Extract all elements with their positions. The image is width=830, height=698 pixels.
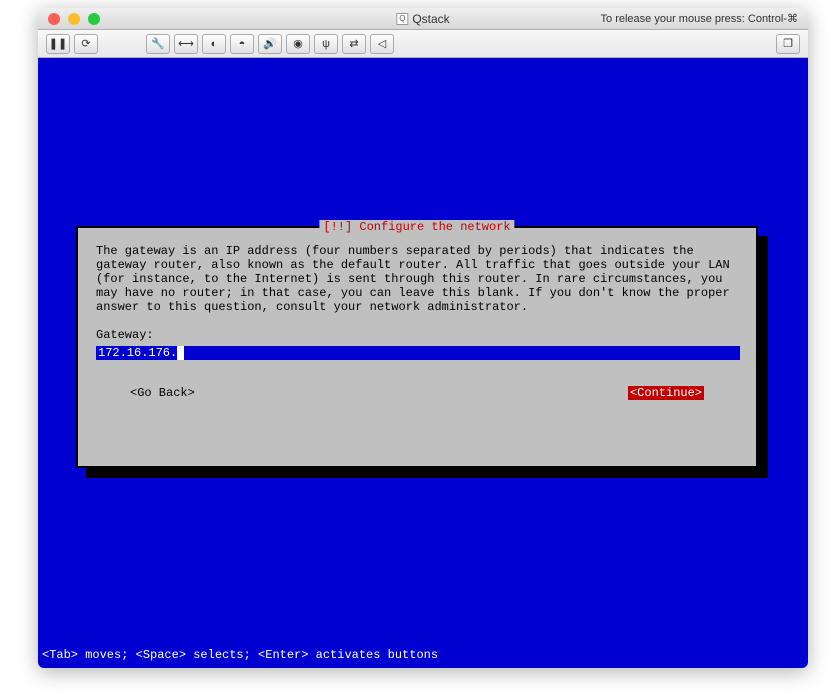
minimize-button[interactable] [68,13,80,25]
keyboard-icon[interactable]: ◁ [370,34,394,54]
dialog-buttons: <Go Back> <Continue> [96,386,738,400]
mouse-release-hint: To release your mouse press: Control-⌘ [601,12,798,25]
usb-icon[interactable]: ψ [314,34,338,54]
footer-hint: <Tab> moves; <Space> selects; <Enter> ac… [42,648,438,662]
window-title: Q Qstack [396,12,449,26]
settings-icon[interactable]: 🔧 [146,34,170,54]
maximize-button[interactable] [88,13,100,25]
title-bar: Q Qstack To release your mouse press: Co… [38,8,808,30]
network-icon[interactable]: ⟷ [174,34,198,54]
gateway-input[interactable]: 172.16.176. [96,346,740,360]
app-icon: Q [396,13,408,25]
dialog-body: The gateway is an IP address (four numbe… [78,228,756,412]
gateway-input-value: 172.16.176. [98,346,177,360]
dialog-title: [!!] Configure the network [319,220,514,234]
camera-icon[interactable]: ◉ [286,34,310,54]
disk-icon[interactable]: ◐ [202,34,226,54]
window-title-text: Qstack [412,12,449,26]
input-cursor [177,346,184,360]
dialog-description: The gateway is an IP address (four numbe… [96,244,738,314]
pause-button[interactable]: ❚❚ [46,34,70,54]
fullscreen-button[interactable]: ❐ [776,34,800,54]
restart-button[interactable]: ⟳ [74,34,98,54]
configure-network-dialog: [!!] Configure the network The gateway i… [76,226,758,468]
gateway-label: Gateway: [96,328,738,342]
cd-icon[interactable]: ◓ [230,34,254,54]
vm-screen[interactable]: [!!] Configure the network The gateway i… [38,58,808,668]
mac-window: Q Qstack To release your mouse press: Co… [38,8,808,668]
audio-icon[interactable]: 🔊 [258,34,282,54]
close-button[interactable] [48,13,60,25]
toolbar: ❚❚ ⟳ 🔧 ⟷ ◐ ◓ 🔊 ◉ ψ ⇄ ◁ ❐ [38,30,808,58]
share-icon[interactable]: ⇄ [342,34,366,54]
traffic-lights [38,13,100,25]
go-back-button[interactable]: <Go Back> [130,386,195,400]
continue-button[interactable]: <Continue> [628,386,704,400]
